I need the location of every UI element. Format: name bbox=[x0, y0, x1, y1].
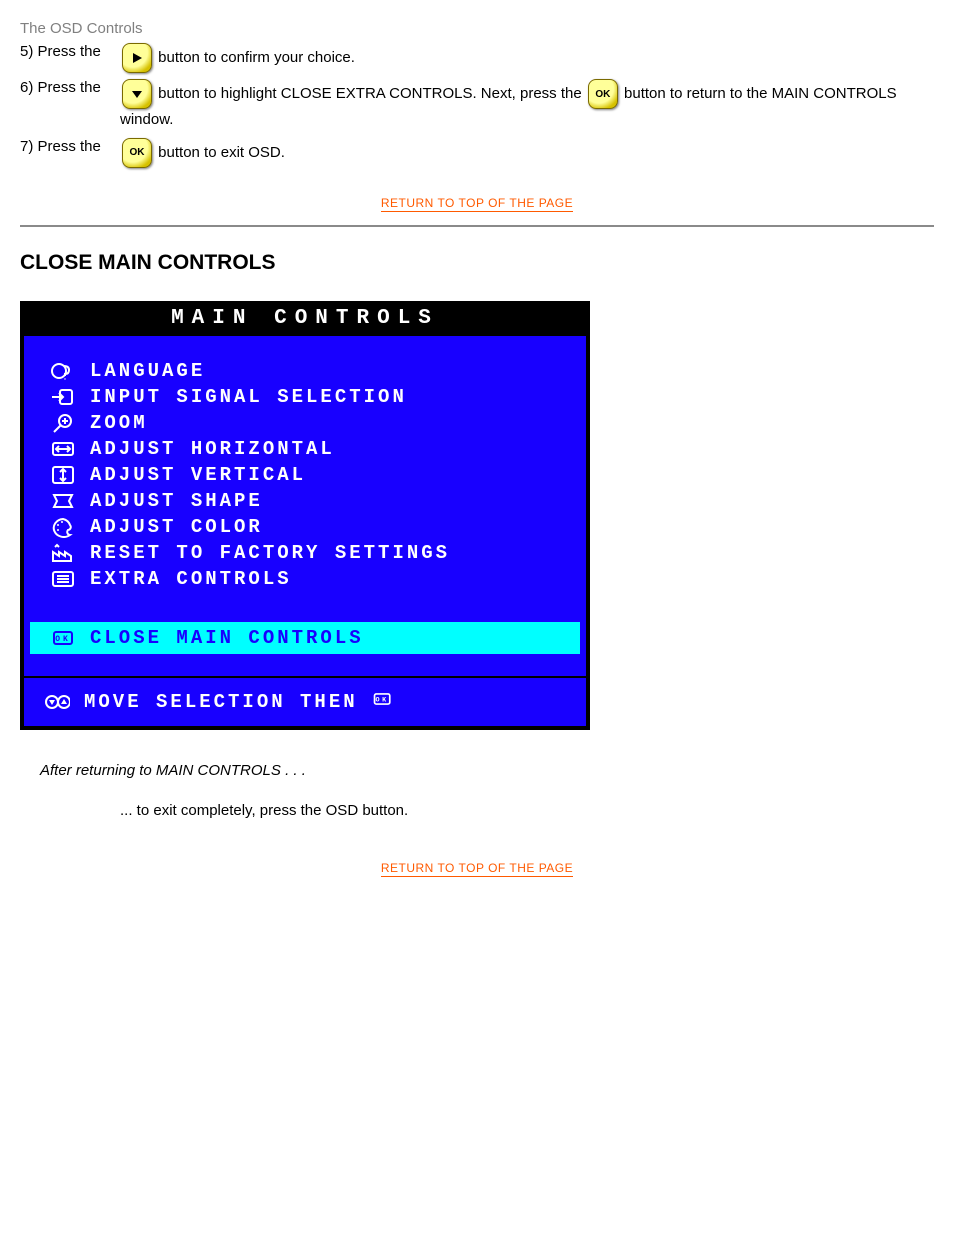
step-6: 6) Press the button to highlight CLOSE E… bbox=[20, 79, 934, 132]
body-text: ... to exit completely, press the OSD bu… bbox=[120, 802, 408, 819]
svg-text:OK: OK bbox=[55, 635, 71, 644]
return-top-link[interactable]: RETURN TO TOP OF THE PAGE bbox=[381, 196, 573, 212]
osd-footer-text: MOVE SELECTION THEN bbox=[84, 691, 358, 713]
step-7: 7) Press the OK button to exit OSD. bbox=[20, 138, 934, 168]
osd-language-label: LANGUAGE bbox=[90, 360, 205, 382]
step-5: 5) Press the button to confirm your choi… bbox=[20, 43, 934, 73]
osd-language[interactable]: LANGUAGE bbox=[30, 358, 580, 384]
osd-footer: MOVE SELECTION THEN OK bbox=[22, 678, 588, 728]
osd-body: LANGUAGE INPUT SIGNAL SELECTION ZOOM ADJ… bbox=[22, 334, 588, 678]
chevron-down-icon bbox=[122, 79, 152, 109]
osd-color-label: ADJUST COLOR bbox=[90, 516, 263, 538]
osd-close-label: CLOSE MAIN CONTROLS bbox=[90, 627, 364, 649]
factory-icon bbox=[36, 542, 90, 564]
osd-extra-label: EXTRA CONTROLS bbox=[90, 568, 292, 590]
footnote: After returning to MAIN CONTROLS . . . bbox=[40, 760, 914, 783]
osd-horizontal[interactable]: ADJUST HORIZONTAL bbox=[30, 436, 580, 462]
osd-extra[interactable]: EXTRA CONTROLS bbox=[30, 566, 580, 592]
ok-icon: OK bbox=[122, 138, 152, 168]
osd-title: MAIN CONTROLS bbox=[22, 303, 588, 334]
step-6-num: 6) Press the bbox=[20, 79, 120, 96]
osd-zoom-label: ZOOM bbox=[90, 412, 148, 434]
ok-box-icon: OK bbox=[36, 627, 90, 649]
osd-vertical[interactable]: ADJUST VERTICAL bbox=[30, 462, 580, 488]
updown-icon bbox=[30, 691, 84, 713]
osd-input-signal[interactable]: INPUT SIGNAL SELECTION bbox=[30, 384, 580, 410]
return-top-link-2[interactable]: RETURN TO TOP OF THE PAGE bbox=[381, 861, 573, 877]
page-header: The OSD Controls bbox=[20, 20, 934, 37]
vertical-icon bbox=[36, 464, 90, 486]
osd-horizontal-label: ADJUST HORIZONTAL bbox=[90, 438, 335, 460]
step-5-num: 5) Press the bbox=[20, 43, 120, 60]
divider bbox=[20, 225, 934, 227]
svg-text:OK: OK bbox=[375, 696, 388, 704]
osd-shape[interactable]: ADJUST SHAPE bbox=[30, 488, 580, 514]
magnifier-icon bbox=[36, 412, 90, 434]
osd-input-label: INPUT SIGNAL SELECTION bbox=[90, 386, 407, 408]
osd-close-main[interactable]: OK CLOSE MAIN CONTROLS bbox=[30, 622, 580, 654]
step-7-num: 7) Press the bbox=[20, 138, 120, 155]
osd-zoom[interactable]: ZOOM bbox=[30, 410, 580, 436]
ok-box-icon: OK bbox=[372, 688, 394, 716]
input-icon bbox=[36, 386, 90, 408]
step-5-tail: button to confirm your choice. bbox=[158, 49, 355, 66]
play-icon bbox=[122, 43, 152, 73]
shape-icon bbox=[36, 490, 90, 512]
section-heading: CLOSE MAIN CONTROLS bbox=[20, 251, 934, 275]
osd-panel: MAIN CONTROLS LANGUAGE INPUT SIGNAL SELE… bbox=[20, 301, 590, 730]
globe-question-icon bbox=[36, 360, 90, 382]
osd-vertical-label: ADJUST VERTICAL bbox=[90, 464, 306, 486]
osd-reset-label: RESET TO FACTORY SETTINGS bbox=[90, 542, 450, 564]
list-icon bbox=[36, 568, 90, 590]
osd-color[interactable]: ADJUST COLOR bbox=[30, 514, 580, 540]
osd-reset[interactable]: RESET TO FACTORY SETTINGS bbox=[30, 540, 580, 566]
step-7-tail: button to exit OSD. bbox=[158, 143, 285, 160]
horizontal-icon bbox=[36, 438, 90, 460]
steps-list: 5) Press the button to confirm your choi… bbox=[20, 43, 934, 168]
ok-icon: OK bbox=[588, 79, 618, 109]
palette-icon bbox=[36, 516, 90, 538]
osd-shape-label: ADJUST SHAPE bbox=[90, 490, 263, 512]
